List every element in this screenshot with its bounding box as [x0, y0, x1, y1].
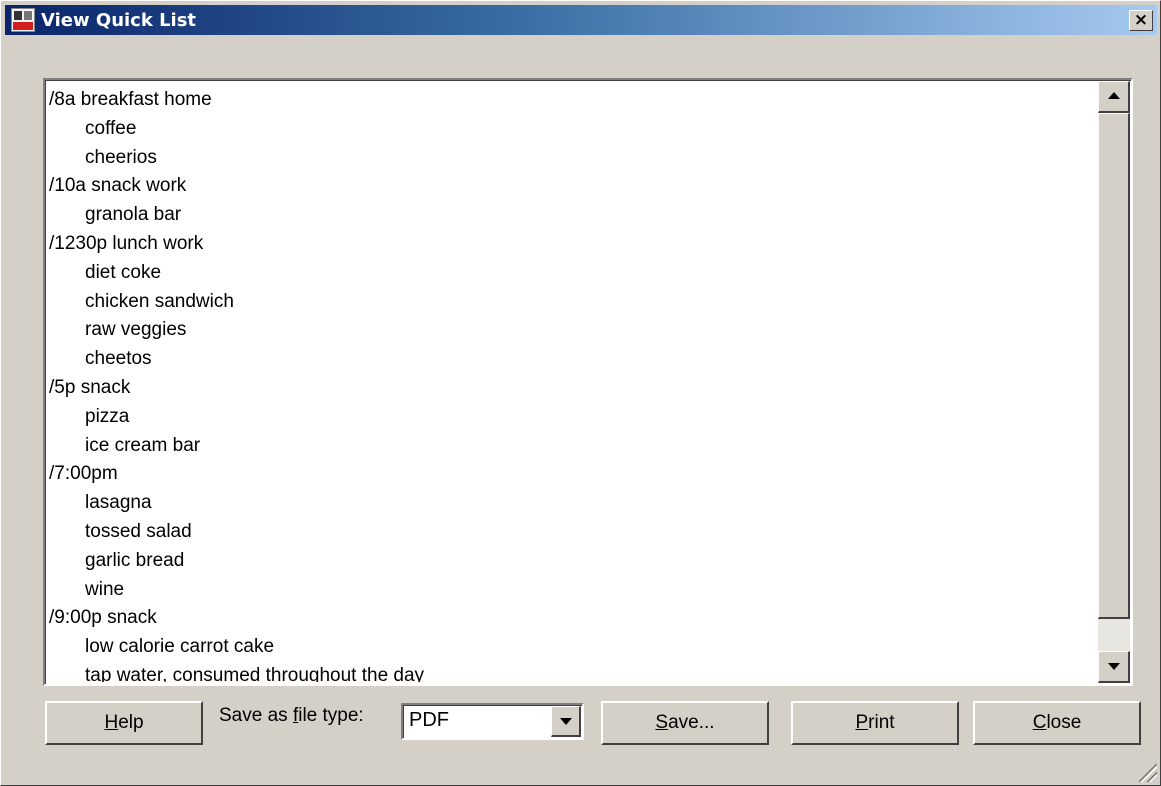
quick-list-textbox[interactable]: /8a breakfast home coffee cheerios/10a sna…	[43, 78, 1133, 686]
list-line: tossed salad	[85, 520, 192, 542]
title-bar[interactable]: View Quick List ×	[5, 5, 1157, 35]
list-line: chicken sandwich	[85, 290, 234, 312]
scroll-down-button[interactable]	[1098, 651, 1130, 683]
arrow-up-icon	[1108, 92, 1120, 99]
list-line: low calorie carrot cake	[85, 636, 275, 658]
list-line: ice cream bar	[85, 434, 201, 456]
file-type-dropdown[interactable]: PDF	[401, 703, 584, 740]
list-line: coffee	[85, 117, 137, 139]
resize-grip-icon[interactable]	[1139, 764, 1157, 782]
help-button[interactable]: Help	[45, 701, 203, 745]
list-line: /1230p lunch work	[49, 232, 204, 254]
list-line: /9:00p snack	[49, 607, 157, 629]
file-type-label: Save as file type:	[219, 705, 364, 726]
arrow-down-icon	[1108, 663, 1120, 670]
list-line: lasagna	[85, 492, 152, 514]
list-line: granola bar	[85, 204, 182, 226]
save-button[interactable]: Save...	[601, 701, 769, 745]
list-line: diet coke	[85, 261, 162, 283]
list-line: /7:00pm	[49, 463, 118, 485]
quick-list-lines: /8a breakfast home coffee cheerios/10a sna…	[49, 86, 1094, 682]
list-line: pizza	[85, 405, 130, 427]
scroll-up-button[interactable]	[1098, 81, 1130, 113]
window-title: View Quick List	[41, 10, 197, 31]
file-type-value: PDF	[409, 709, 449, 731]
dropdown-button[interactable]	[551, 706, 581, 737]
list-line: /8a breakfast home	[49, 89, 212, 110]
close-icon[interactable]: ×	[1129, 10, 1153, 31]
close-button[interactable]: Close	[973, 701, 1141, 745]
list-line: wine	[85, 578, 125, 600]
list-line: garlic bread	[85, 549, 185, 571]
list-line: raw veggies	[85, 319, 187, 341]
app-icon	[11, 8, 35, 32]
list-line: cheetos	[85, 348, 152, 370]
vertical-scrollbar[interactable]	[1098, 81, 1130, 683]
chevron-down-icon	[560, 718, 572, 725]
quick-list-dialog: View Quick List × /8a breakfast home coff…	[0, 0, 1161, 786]
scroll-thumb[interactable]	[1098, 113, 1130, 619]
list-line: tap water, consumed throughout the day	[85, 664, 425, 682]
list-line: /10a snack work	[49, 175, 187, 197]
print-button[interactable]: Print	[791, 701, 959, 745]
list-line: cheerios	[85, 146, 157, 168]
list-line: /5p snack	[49, 376, 131, 398]
